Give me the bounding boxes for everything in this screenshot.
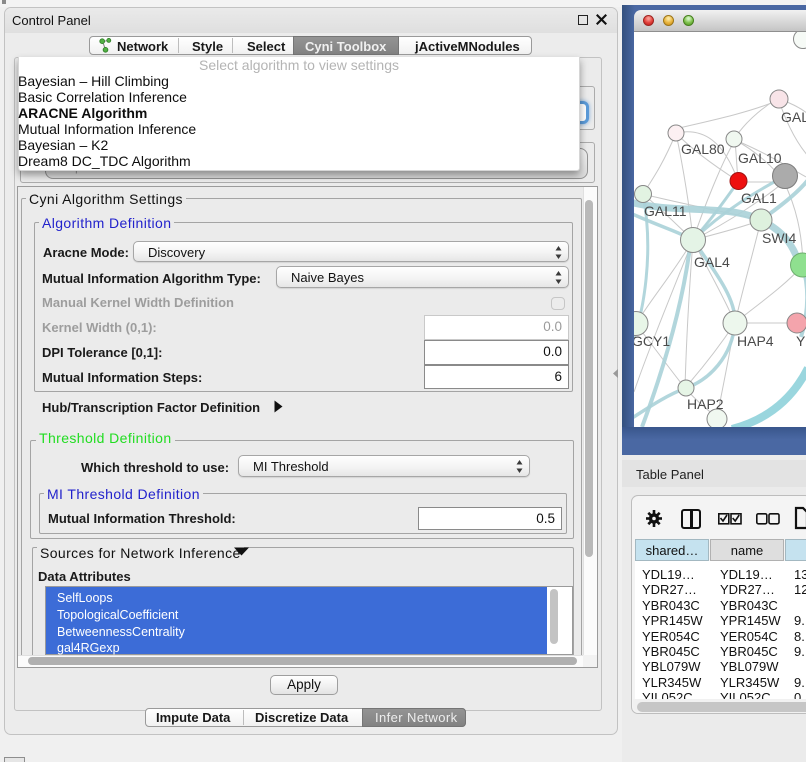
- svg-text:HAP2: HAP2: [687, 396, 724, 412]
- svg-text:GAL11: GAL11: [644, 203, 687, 219]
- svg-text:GAL7: GAL7: [781, 109, 806, 125]
- svg-text:YI: YI: [796, 333, 806, 349]
- svg-text:GAL4: GAL4: [694, 254, 730, 270]
- svg-text:GAL1: GAL1: [741, 190, 777, 206]
- svg-text:HAP4: HAP4: [737, 333, 774, 349]
- svg-text:GAL80: GAL80: [681, 141, 725, 157]
- svg-text:GCY1: GCY1: [634, 333, 670, 349]
- svg-text:GAL10: GAL10: [738, 150, 782, 166]
- svg-text:SWI4: SWI4: [762, 230, 796, 246]
